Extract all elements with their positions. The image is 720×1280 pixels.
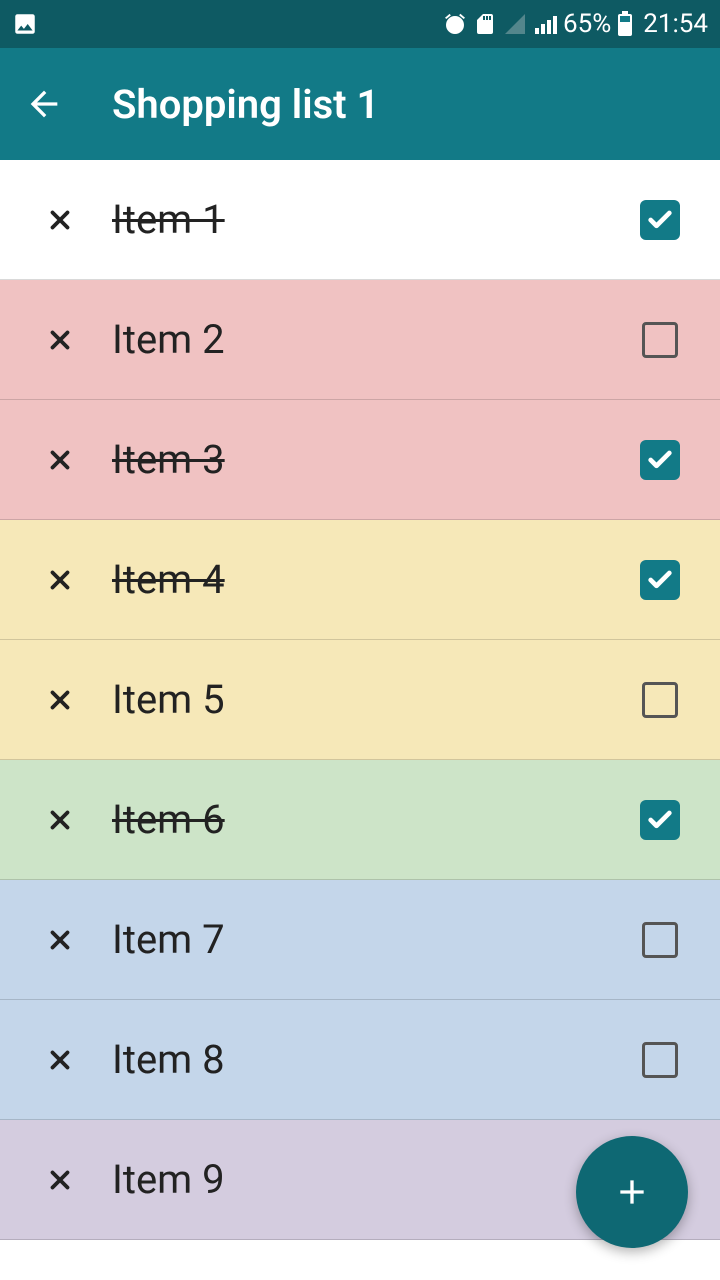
checkbox-empty-icon — [642, 322, 678, 358]
item-checkbox[interactable] — [640, 920, 680, 960]
item-label: Item 8 — [112, 1036, 640, 1083]
gallery-icon — [12, 11, 38, 37]
checkmark-icon — [640, 200, 680, 240]
arrow-left-icon — [24, 84, 64, 124]
close-icon — [45, 685, 75, 715]
checkbox-empty-icon — [642, 922, 678, 958]
plus-icon — [612, 1172, 652, 1212]
add-item-fab[interactable] — [576, 1136, 688, 1248]
item-checkbox[interactable] — [640, 440, 680, 480]
list-item[interactable]: Item 2 — [0, 280, 720, 400]
checkmark-icon — [640, 440, 680, 480]
close-icon — [45, 205, 75, 235]
close-icon — [45, 325, 75, 355]
delete-item-button[interactable] — [44, 924, 76, 956]
item-label: Item 3 — [112, 436, 640, 483]
item-checkbox[interactable] — [640, 800, 680, 840]
close-icon — [45, 565, 75, 595]
clock-label: 21:54 — [643, 9, 708, 39]
delete-item-button[interactable] — [44, 1164, 76, 1196]
item-label: Item 1 — [112, 196, 640, 243]
delete-item-button[interactable] — [44, 804, 76, 836]
delete-item-button[interactable] — [44, 564, 76, 596]
item-label: Item 6 — [112, 796, 640, 843]
status-bar: 65% 21:54 — [0, 0, 720, 48]
list-item[interactable]: Item 5 — [0, 640, 720, 760]
checkbox-empty-icon — [642, 682, 678, 718]
item-checkbox[interactable] — [640, 200, 680, 240]
item-label: Item 2 — [112, 316, 640, 363]
alarm-icon — [443, 12, 467, 36]
item-checkbox[interactable] — [640, 1040, 680, 1080]
signal-icon — [533, 12, 557, 36]
delete-item-button[interactable] — [44, 444, 76, 476]
sd-card-icon — [473, 12, 497, 36]
signal-empty-icon — [503, 12, 527, 36]
shopping-list: Item 1 Item 2 Item 3 Item 4 Item 5 Item 6 Item… — [0, 160, 720, 1240]
page-title: Shopping list 1 — [112, 81, 379, 128]
list-item[interactable]: Item 1 — [0, 160, 720, 280]
delete-item-button[interactable] — [44, 204, 76, 236]
item-label: Item 4 — [112, 556, 640, 603]
close-icon — [45, 1165, 75, 1195]
close-icon — [45, 1045, 75, 1075]
item-label: Item 5 — [112, 676, 640, 723]
battery-icon — [617, 11, 633, 37]
battery-pct-label: 65% — [563, 9, 611, 39]
close-icon — [45, 805, 75, 835]
list-item[interactable]: Item 8 — [0, 1000, 720, 1120]
list-item[interactable]: Item 4 — [0, 520, 720, 640]
item-label: Item 7 — [112, 916, 640, 963]
item-checkbox[interactable] — [640, 680, 680, 720]
list-item[interactable]: Item 6 — [0, 760, 720, 880]
delete-item-button[interactable] — [44, 324, 76, 356]
delete-item-button[interactable] — [44, 1044, 76, 1076]
checkbox-empty-icon — [642, 1042, 678, 1078]
checkmark-icon — [640, 800, 680, 840]
close-icon — [45, 445, 75, 475]
close-icon — [45, 925, 75, 955]
item-label: Item 9 — [112, 1156, 640, 1203]
delete-item-button[interactable] — [44, 684, 76, 716]
back-button[interactable] — [24, 84, 64, 124]
item-checkbox[interactable] — [640, 320, 680, 360]
app-bar: Shopping list 1 — [0, 48, 720, 160]
list-item[interactable]: Item 3 — [0, 400, 720, 520]
list-item[interactable]: Item 7 — [0, 880, 720, 1000]
item-checkbox[interactable] — [640, 560, 680, 600]
checkmark-icon — [640, 560, 680, 600]
